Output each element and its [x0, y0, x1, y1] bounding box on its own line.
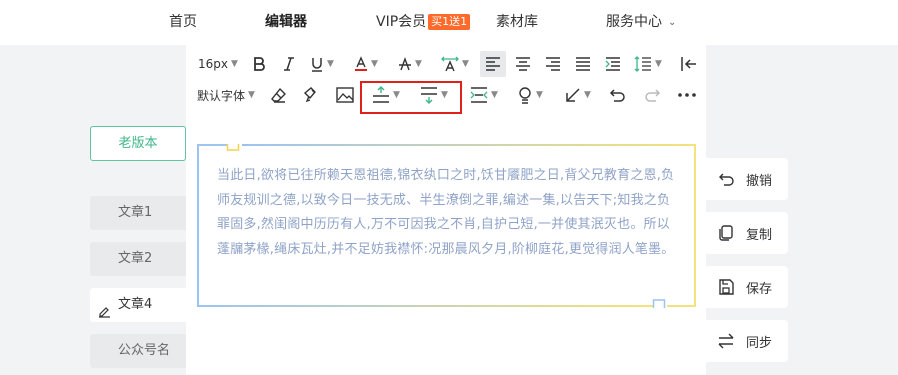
- article-label: 文章4: [118, 297, 153, 312]
- save-action-button[interactable]: 保存: [706, 266, 788, 308]
- align-center-icon: [516, 57, 530, 71]
- image-button[interactable]: [334, 82, 356, 108]
- chevron-down-icon: ▼: [231, 59, 238, 69]
- underline-icon: [312, 58, 323, 72]
- align-justify-icon: [576, 57, 590, 71]
- indent-icon: [605, 57, 620, 71]
- chevron-down-icon: ▼: [584, 90, 591, 100]
- top-nav: 首页 编辑器 VIP会员 买1送1 素材库 服务中心 ⌄: [0, 0, 898, 45]
- collapse-button[interactable]: [676, 51, 702, 77]
- nav-editor[interactable]: 编辑器: [265, 12, 307, 32]
- undo-icon: [718, 171, 734, 187]
- bold-button[interactable]: [248, 51, 270, 77]
- undo-action-button[interactable]: 撤销: [706, 158, 788, 200]
- article-item[interactable]: 文章2: [90, 242, 186, 276]
- nav-home[interactable]: 首页: [169, 12, 197, 32]
- align-justify-button[interactable]: [570, 51, 596, 77]
- arrow-tool-button[interactable]: ▼: [560, 82, 596, 108]
- article-label: 文章2: [118, 251, 153, 266]
- undo-icon: [609, 89, 625, 102]
- format-painter-button[interactable]: [300, 82, 322, 108]
- more-button[interactable]: [676, 82, 698, 108]
- undo-toolbar-button[interactable]: [606, 82, 628, 108]
- toolbar-row-1: 16px ▼ ▼ ▼ ▼ ▼ ▼: [186, 51, 706, 83]
- letter-spacing-button[interactable]: ▼: [438, 51, 472, 77]
- content-text[interactable]: 当此日,欲将已往所赖天恩祖德,锦衣纨口之时,饫甘餍肥之日,背父兄教育之恩,负师友…: [217, 164, 679, 262]
- sync-icon: [718, 333, 734, 349]
- indent-button[interactable]: [600, 51, 626, 77]
- nav-service[interactable]: 服务中心 ⌄: [606, 12, 676, 33]
- editor-panel: 16px ▼ ▼ ▼ ▼ ▼ ▼ 默认字体 ▼ ▼ ▼ ▼ ▼ ▼ 当此日,欲将…: [186, 45, 706, 375]
- chevron-down-icon: ▼: [536, 90, 543, 100]
- bulb-button[interactable]: ▼: [512, 82, 548, 108]
- font-color-button[interactable]: ▼: [350, 51, 382, 77]
- undo-label: 撤销: [746, 173, 773, 189]
- copy-icon: [718, 225, 734, 241]
- article-item-active[interactable]: 文章4: [90, 288, 186, 322]
- format-painter-icon: [303, 87, 316, 103]
- nav-service-label: 服务中心: [606, 14, 662, 30]
- save-label: 保存: [746, 281, 773, 297]
- sync-action-button[interactable]: 同步: [706, 320, 788, 362]
- chevron-down-icon: ▼: [462, 59, 469, 69]
- align-left-icon: [486, 57, 500, 71]
- vip-promo-badge: 买1送1: [428, 14, 471, 30]
- chevron-down-icon: ⌄: [668, 17, 677, 28]
- article-item[interactable]: 文章1: [90, 196, 186, 230]
- line-height-icon: [634, 56, 652, 72]
- font-size-select[interactable]: 16px ▼: [194, 51, 242, 77]
- font-family-value: 默认字体: [197, 88, 246, 103]
- chevron-down-icon: ▼: [655, 59, 662, 69]
- align-right-button[interactable]: [540, 51, 566, 77]
- eraser-icon: [271, 87, 286, 103]
- article-item[interactable]: 公众号名: [90, 334, 186, 368]
- content-card[interactable]: 当此日,欲将已往所赖天恩祖德,锦衣纨口之时,饫甘餍肥之日,背父兄教育之恩,负师友…: [197, 144, 696, 308]
- chevron-down-icon: ▼: [415, 59, 422, 69]
- italic-button[interactable]: [278, 51, 300, 77]
- nav-materials[interactable]: 素材库: [496, 12, 538, 32]
- chevron-down-icon: ▼: [371, 59, 378, 69]
- collapse-icon: [681, 57, 696, 71]
- align-right-icon: [546, 57, 560, 71]
- copy-action-button[interactable]: 复制: [706, 212, 788, 254]
- italic-icon: [284, 57, 294, 71]
- font-size-value: 16px: [198, 57, 229, 71]
- align-left-button[interactable]: [480, 51, 506, 77]
- margin-icon: [470, 87, 488, 103]
- copy-label: 复制: [746, 227, 773, 243]
- article-label: 文章1: [118, 205, 153, 220]
- nav-vip[interactable]: VIP会员 买1送1: [376, 12, 471, 32]
- nav-vip-label: VIP会员: [376, 14, 427, 30]
- page-margin-button[interactable]: ▼: [466, 82, 502, 108]
- save-icon: [718, 279, 734, 295]
- redo-toolbar-button[interactable]: [642, 82, 664, 108]
- chevron-down-icon: ▼: [327, 59, 334, 69]
- old-version-button[interactable]: 老版本: [90, 126, 186, 161]
- sync-label: 同步: [746, 335, 773, 351]
- align-center-button[interactable]: [510, 51, 536, 77]
- bulb-icon: [519, 87, 531, 104]
- image-icon: [336, 87, 354, 103]
- more-icon: [678, 93, 696, 97]
- bold-icon: [254, 57, 265, 71]
- strikethrough-button[interactable]: ▼: [394, 51, 426, 77]
- font-color-icon: [355, 56, 368, 71]
- strikethrough-icon: [399, 56, 412, 71]
- clear-format-button[interactable]: [268, 82, 290, 108]
- highlight-box: [360, 81, 462, 114]
- letter-spacing-icon: [441, 56, 459, 72]
- font-family-select[interactable]: 默认字体 ▼: [194, 82, 258, 108]
- article-label: 公众号名: [118, 343, 171, 358]
- redo-icon: [645, 89, 661, 102]
- line-height-button[interactable]: ▼: [630, 51, 666, 77]
- edit-icon: [98, 298, 111, 318]
- underline-button[interactable]: ▼: [306, 51, 338, 77]
- arrow-down-left-icon: [566, 88, 580, 102]
- chevron-down-icon: ▼: [491, 90, 498, 100]
- chevron-down-icon: ▼: [248, 90, 255, 100]
